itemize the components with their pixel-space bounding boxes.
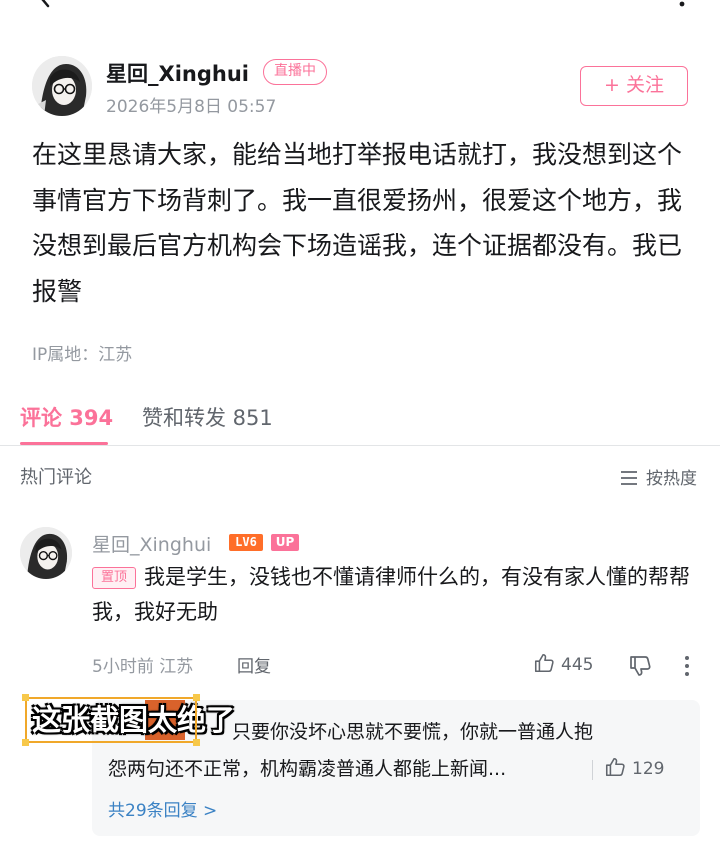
up-badge: UP <box>271 534 299 551</box>
comment-like-count: 445 <box>561 655 594 675</box>
caption-corner <box>193 739 200 746</box>
level-badge: LV6 <box>229 534 263 551</box>
comment-like-button[interactable]: 445 <box>533 652 593 675</box>
reply-button[interactable]: 回复 <box>237 652 271 677</box>
author-name[interactable]: 星回_Xinghui <box>106 58 249 88</box>
caption-corner <box>22 739 29 746</box>
post-author-header: 星回_Xinghui 直播中 2026年5月8日 05:57 + 关注 <box>32 56 692 117</box>
view-all-replies-link[interactable]: 共29条回复 > <box>108 796 217 821</box>
reply-like-button[interactable]: 129 <box>604 756 664 779</box>
caption-text: 这张截图太绝了 <box>32 703 236 737</box>
caption-corner <box>193 694 200 701</box>
more-vertical-icon[interactable] <box>670 0 694 16</box>
post-tabs: 评论 394 赞和转发 851 <box>0 392 720 446</box>
sort-label: 按热度 <box>646 469 697 489</box>
tab-comments[interactable]: 评论 394 <box>20 402 113 432</box>
follow-button[interactable]: + 关注 <box>580 66 688 106</box>
comment-text: 我是学生，没钱也不懂请律师什么的，有没有家人懂的帮帮我，我好无助 <box>92 565 690 624</box>
comment-meta: 5小时前 江苏 <box>92 657 194 677</box>
ip-location: IP属地：江苏 <box>32 345 133 365</box>
thumb-up-icon <box>534 653 554 673</box>
kebab-icon[interactable] <box>682 654 692 678</box>
post-text: 在这里恳请大家，能给当地打举报电话就打，我没想到这个事情官方下场背刺了。我一直很… <box>32 140 683 306</box>
hot-comments-title: 热门评论 <box>20 467 92 488</box>
pinned-badge: 置顶 <box>92 567 136 589</box>
commenter-name[interactable]: 星回_Xinghui <box>92 530 211 557</box>
reply-text-line2: 怨两句还不正常，机构霸凌普通人都能上新闻... <box>108 758 507 780</box>
thumb-down-icon[interactable] <box>628 654 652 678</box>
reply-like-count: 129 <box>632 759 665 779</box>
commenter-avatar[interactable] <box>20 527 72 579</box>
sort-lines-icon <box>621 471 637 485</box>
back-arrow-icon[interactable] <box>32 0 54 16</box>
top-bar <box>0 0 720 24</box>
sort-by-hot-button[interactable]: 按热度 <box>620 464 697 489</box>
live-badge[interactable]: 直播中 <box>263 59 327 85</box>
caption-corner <box>22 694 29 701</box>
video-caption: 这张截图太绝了 <box>25 697 242 743</box>
active-tab-indicator <box>20 442 108 445</box>
post-time: 2026年5月8日 05:57 <box>106 97 277 117</box>
reply-text-line1: 只要你没坏心思就不要慌，你就一普通人抱 <box>232 721 594 743</box>
tab-likes-reposts[interactable]: 赞和转发 851 <box>142 402 273 432</box>
reply-divider <box>592 760 593 780</box>
thumb-up-icon <box>605 757 625 777</box>
author-avatar[interactable] <box>32 56 92 116</box>
